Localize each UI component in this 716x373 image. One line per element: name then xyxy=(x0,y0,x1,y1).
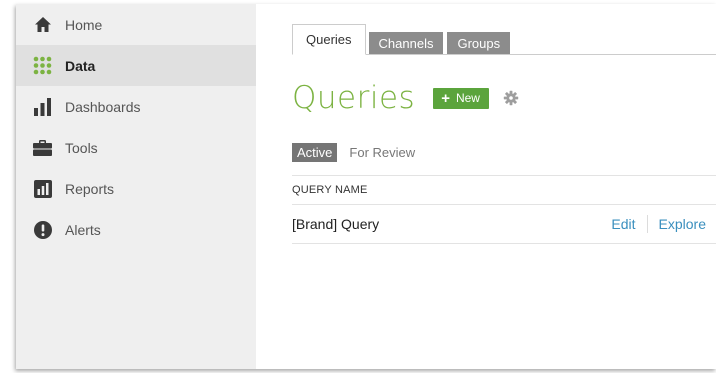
sidebar-item-dashboards[interactable]: Dashboards xyxy=(16,86,256,127)
explore-link[interactable]: Explore xyxy=(659,216,706,232)
sidebar-item-alerts[interactable]: Alerts xyxy=(16,209,256,250)
main-content: Queries Channels Groups Queries + New Ac… xyxy=(256,4,716,369)
data-grid-icon xyxy=(33,56,52,75)
sidebar-item-data[interactable]: Data xyxy=(16,45,256,86)
app-window: Home Data Dashboards Tools Reports Alert… xyxy=(16,4,716,369)
sidebar-item-label: Tools xyxy=(65,139,98,156)
plus-icon: + xyxy=(441,89,450,107)
new-query-button[interactable]: + New xyxy=(433,87,489,109)
page-header: Queries + New xyxy=(292,78,519,118)
reports-chart-icon xyxy=(33,179,52,198)
status-filter: Active For Review xyxy=(292,143,415,162)
filter-active[interactable]: Active xyxy=(292,143,338,162)
sidebar-item-label: Reports xyxy=(65,180,115,197)
query-name[interactable]: [Brand] Query xyxy=(292,216,379,232)
edit-link[interactable]: Edit xyxy=(611,216,635,232)
page-title: Queries xyxy=(292,80,416,116)
tab-queries[interactable]: Queries xyxy=(292,24,366,55)
home-icon xyxy=(33,15,52,34)
row-actions: Edit Explore xyxy=(611,205,706,243)
filter-for-review[interactable]: For Review xyxy=(349,145,415,160)
sidebar-item-home[interactable]: Home xyxy=(16,4,256,45)
sidebar-item-reports[interactable]: Reports xyxy=(16,168,256,209)
tab-groups[interactable]: Groups xyxy=(447,32,511,54)
sidebar-item-label: Alerts xyxy=(65,221,101,238)
gear-icon[interactable] xyxy=(503,90,519,106)
tab-bar: Queries Channels Groups xyxy=(292,24,716,55)
sidebar-item-label: Home xyxy=(65,16,103,33)
sidebar: Home Data Dashboards Tools Reports Alert… xyxy=(16,4,256,369)
dashboards-bar-icon xyxy=(33,97,52,116)
sidebar-item-tools[interactable]: Tools xyxy=(16,127,256,168)
table-row: [Brand] Query Edit Explore xyxy=(292,205,716,244)
sidebar-item-label: Dashboards xyxy=(65,98,141,115)
column-header-query-name[interactable]: QUERY NAME xyxy=(292,175,716,205)
tab-channels[interactable]: Channels xyxy=(368,32,444,54)
new-button-label: New xyxy=(455,91,480,105)
divider xyxy=(646,215,648,233)
queries-table: QUERY NAME [Brand] Query Edit Explore xyxy=(292,175,716,244)
alert-icon xyxy=(33,220,52,239)
sidebar-item-label: Data xyxy=(65,57,96,74)
briefcase-icon xyxy=(33,138,52,157)
